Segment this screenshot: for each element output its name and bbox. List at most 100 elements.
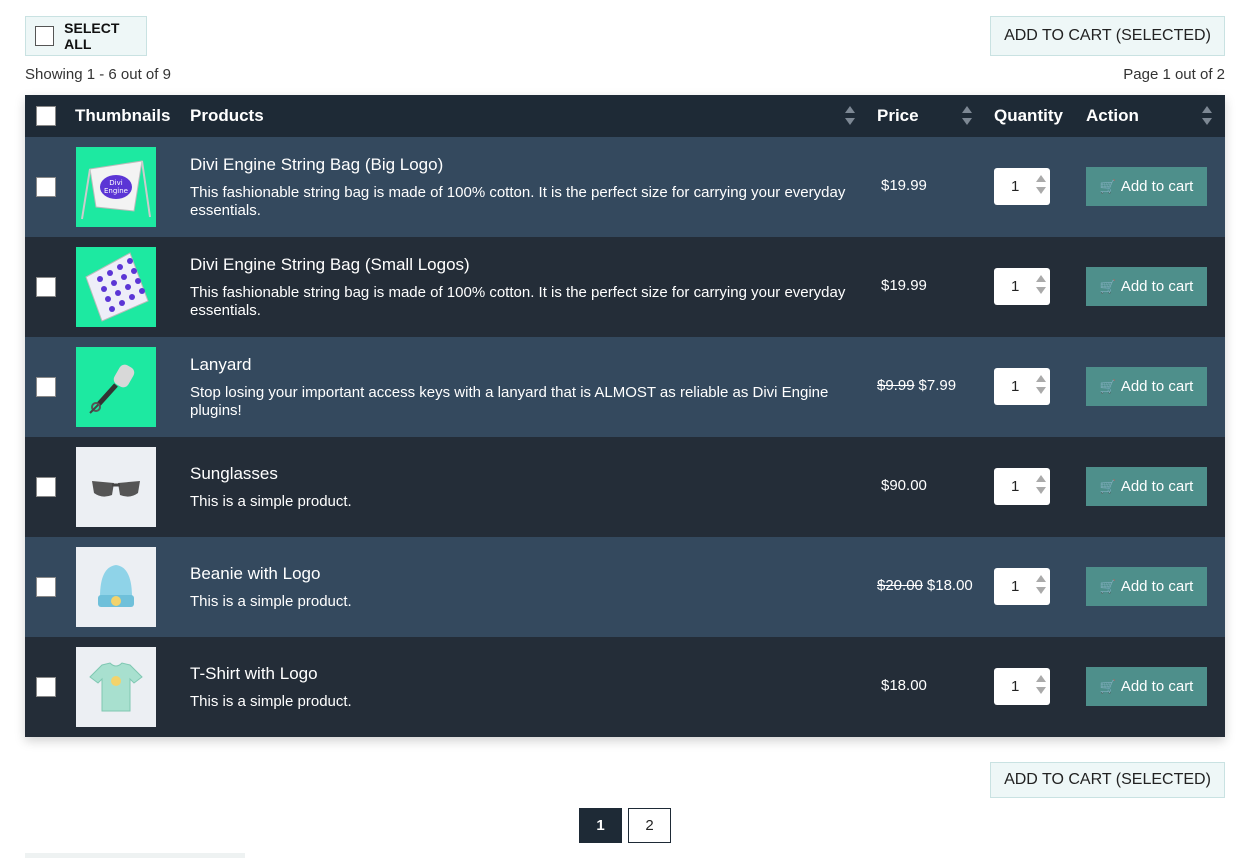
product-price: $90.00: [877, 477, 927, 494]
current-price: $18.00: [926, 577, 973, 594]
quantity-value: 1: [1011, 278, 1020, 295]
product-price: $20.00 $18.00: [877, 577, 973, 594]
quantity-stepper[interactable]: [1036, 475, 1046, 497]
product-description: Stop losing your important access keys w…: [190, 384, 829, 419]
pagination: 1 2: [579, 808, 671, 843]
quantity-stepper[interactable]: [1036, 675, 1046, 697]
cart-icon: 🛒: [1099, 278, 1116, 294]
cart-icon: 🛒: [1099, 578, 1116, 594]
product-description: This fashionable string bag is made of 1…: [190, 284, 846, 319]
current-price: $90.00: [881, 477, 927, 494]
page-2-button[interactable]: 2: [628, 808, 671, 843]
product-name[interactable]: Beanie with Logo: [190, 564, 320, 584]
product-description: This is a simple product.: [190, 593, 352, 610]
quantity-value: 1: [1011, 178, 1020, 195]
quantity-value: 1: [1011, 478, 1020, 495]
cart-icon: 🛒: [1099, 378, 1116, 394]
product-name[interactable]: Divi Engine String Bag (Small Logos): [190, 255, 470, 275]
row-checkbox[interactable]: [36, 177, 56, 197]
results-count: Showing 1 - 6 out of 9: [25, 66, 171, 83]
row-checkbox[interactable]: [36, 377, 56, 397]
header-checkbox[interactable]: [36, 106, 56, 126]
beanie-image[interactable]: [76, 547, 156, 627]
lanyard-image[interactable]: [76, 347, 156, 427]
header-thumbnails: Thumbnails: [75, 106, 171, 125]
product-name[interactable]: Divi Engine String Bag (Big Logo): [190, 155, 443, 175]
old-price: $20.00: [877, 577, 923, 594]
add-to-cart-button[interactable]: 🛒 Add to cart: [1086, 367, 1207, 406]
svg-text:Engine: Engine: [104, 187, 128, 195]
old-price: $9.99: [877, 377, 915, 394]
quantity-value: 1: [1011, 378, 1020, 395]
table-row: Divi Engine String Bag (Small Logos) Thi…: [25, 237, 1225, 337]
current-price: $18.00: [881, 677, 927, 694]
product-name[interactable]: T-Shirt with Logo: [190, 664, 318, 684]
quantity-stepper[interactable]: [1036, 275, 1046, 297]
sort-products-icon[interactable]: [845, 105, 855, 127]
svg-text:Divi: Divi: [109, 179, 122, 187]
quantity-input[interactable]: 1: [994, 368, 1050, 405]
page-info: Page 1 out of 2: [1123, 66, 1225, 83]
product-price: $9.99 $7.99: [877, 377, 956, 394]
tshirt-image[interactable]: [76, 647, 156, 727]
string-bag-small-logos-image[interactable]: [76, 247, 156, 327]
row-checkbox[interactable]: [36, 277, 56, 297]
quantity-value: 1: [1011, 578, 1020, 595]
add-to-cart-button[interactable]: 🛒 Add to cart: [1086, 467, 1207, 506]
page-1-button[interactable]: 1: [579, 808, 622, 843]
quantity-input[interactable]: 1: [994, 668, 1050, 705]
string-bag-big-logo-image[interactable]: Divi Engine: [76, 147, 156, 227]
table-header: Thumbnails Products Price Quantity Actio…: [25, 95, 1225, 137]
add-to-cart-label: Add to cart: [1120, 278, 1194, 295]
current-price: $19.99: [881, 177, 927, 194]
add-to-cart-button[interactable]: 🛒 Add to cart: [1086, 267, 1207, 306]
add-to-cart-label: Add to cart: [1120, 578, 1194, 595]
table-row: Divi Engine Divi Engine String Bag (Big L…: [25, 137, 1225, 237]
add-to-cart-label: Add to cart: [1120, 678, 1194, 695]
select-all-button[interactable]: SELECT ALL: [25, 16, 147, 56]
quantity-value: 1: [1011, 678, 1020, 695]
cart-icon: 🛒: [1099, 478, 1116, 494]
cart-icon: 🛒: [1099, 678, 1116, 694]
current-price: $19.99: [881, 277, 927, 294]
header-select-all[interactable]: [36, 95, 56, 137]
quantity-input[interactable]: 1: [994, 268, 1050, 305]
table-row: Lanyard Stop losing your important acces…: [25, 337, 1225, 437]
product-price: $19.99: [877, 177, 927, 194]
header-products[interactable]: Products: [190, 95, 264, 137]
quantity-input[interactable]: 1: [994, 568, 1050, 605]
add-to-cart-button[interactable]: 🛒 Add to cart: [1086, 567, 1207, 606]
row-checkbox[interactable]: [36, 677, 56, 697]
product-price: $18.00: [877, 677, 927, 694]
row-checkbox[interactable]: [36, 477, 56, 497]
header-action[interactable]: Action: [1086, 95, 1139, 137]
product-description: This is a simple product.: [190, 493, 352, 510]
product-table: Thumbnails Products Price Quantity Actio…: [25, 95, 1225, 737]
header-price[interactable]: Price: [877, 95, 919, 137]
sort-action-icon[interactable]: [1202, 105, 1212, 127]
quantity-input[interactable]: 1: [994, 168, 1050, 205]
add-to-cart-label: Add to cart: [1120, 378, 1194, 395]
quantity-stepper[interactable]: [1036, 175, 1046, 197]
row-checkbox[interactable]: [36, 577, 56, 597]
cart-icon: 🛒: [1099, 178, 1116, 194]
quantity-input[interactable]: 1: [994, 468, 1050, 505]
product-name[interactable]: Sunglasses: [190, 464, 278, 484]
table-row: Sunglasses This is a simple product. $90…: [25, 437, 1225, 537]
add-to-cart-button[interactable]: 🛒 Add to cart: [1086, 167, 1207, 206]
header-quantity: Quantity: [994, 106, 1063, 125]
select-all-checkbox[interactable]: [35, 26, 55, 46]
product-description: This fashionable string bag is made of 1…: [190, 184, 846, 219]
sunglasses-image[interactable]: [76, 447, 156, 527]
add-to-cart-button[interactable]: 🛒 Add to cart: [1086, 667, 1207, 706]
add-selected-to-cart-button-bottom[interactable]: ADD TO CART (SELECTED): [990, 762, 1225, 798]
sort-price-icon[interactable]: [962, 105, 972, 127]
table-row: Beanie with Logo This is a simple produc…: [25, 537, 1225, 637]
quantity-stepper[interactable]: [1036, 575, 1046, 597]
quantity-stepper[interactable]: [1036, 375, 1046, 397]
product-price: $19.99: [877, 277, 927, 294]
product-name[interactable]: Lanyard: [190, 355, 251, 375]
current-price: $7.99: [918, 377, 957, 394]
bottom-divider: [25, 853, 245, 858]
add-selected-to-cart-button[interactable]: ADD TO CART (SELECTED): [990, 16, 1225, 56]
